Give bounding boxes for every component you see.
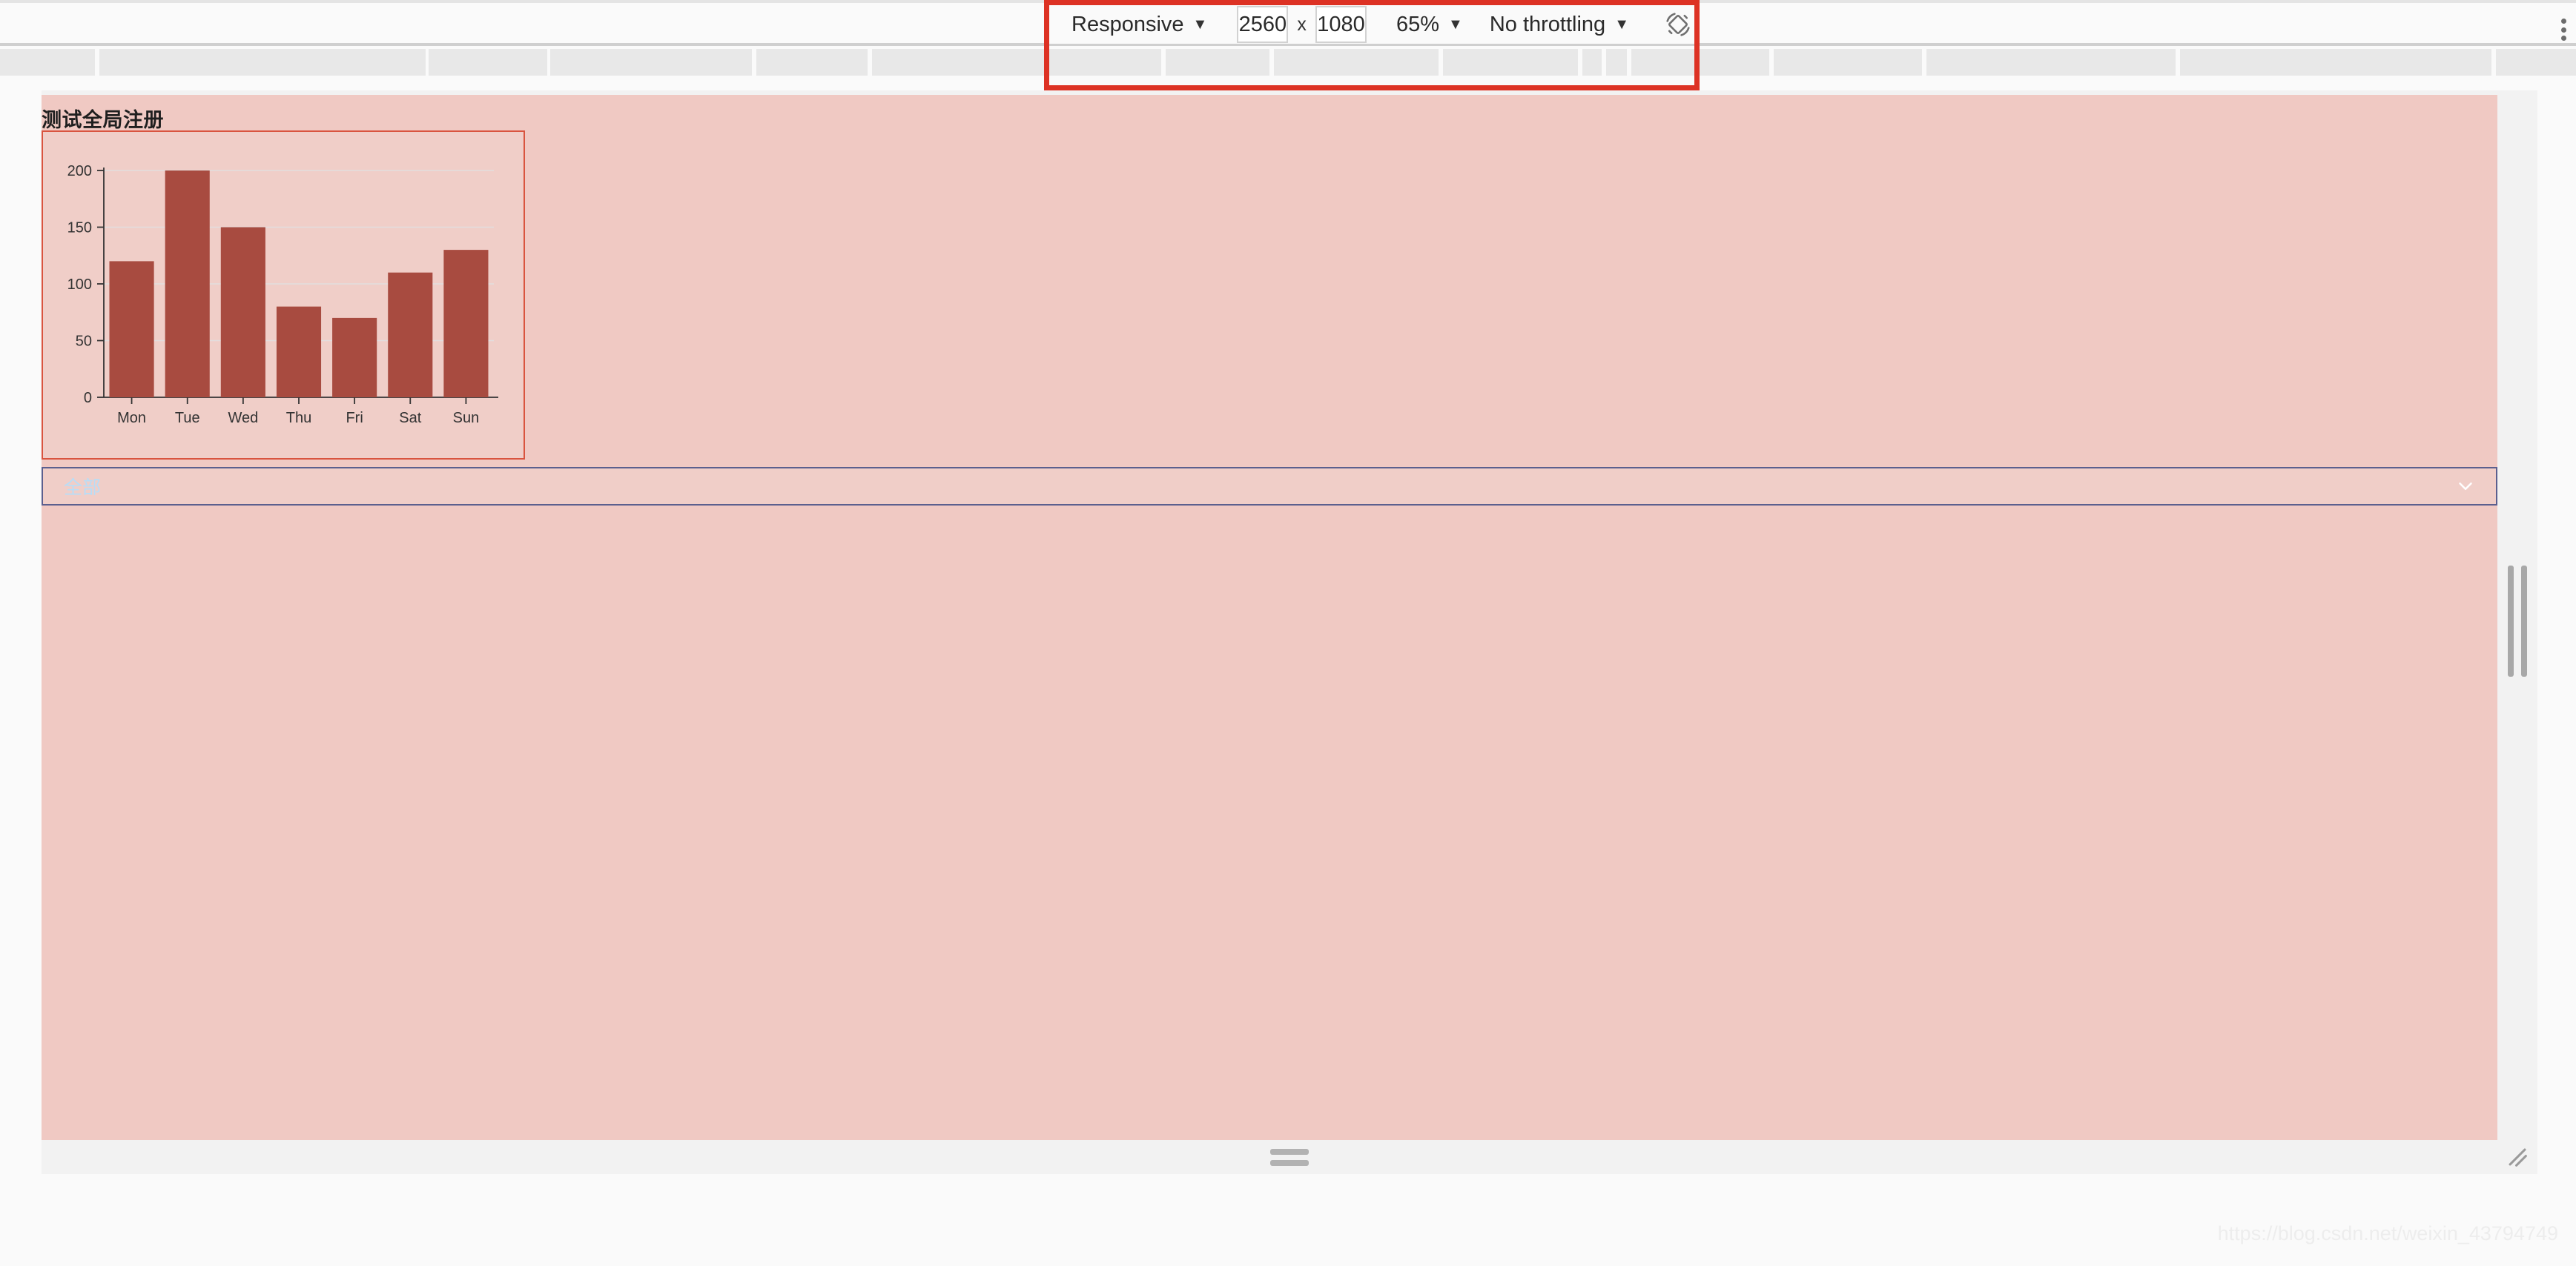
x-axis-tick-label: Fri [346, 410, 363, 426]
bar[interactable] [109, 261, 154, 397]
chevron-down-icon: ▼ [1448, 16, 1463, 33]
diagonal-resize-handle-icon [2509, 1148, 2527, 1167]
screenshot-root: Responsive ▼ 2560 x 1080 65% ▼ No thrott… [0, 0, 2576, 1266]
more-options-icon[interactable] [2555, 15, 2572, 44]
viewport-resize-handle-bottom[interactable] [42, 1140, 2537, 1174]
devtools-tab-placeholder[interactable] [2496, 49, 2576, 76]
scope-select-value: 全部 [64, 477, 102, 498]
chevron-down-icon: ▼ [1614, 16, 1629, 33]
viewport-height-value: 1080 [1317, 12, 1365, 36]
bar-chart-card[interactable]: 0 50 100 150 200 Mon Tue Wed Thu Fri Sat Sun [42, 130, 525, 460]
viewport-width-input[interactable]: 2560 [1237, 6, 1289, 43]
vertical-resize-handle-icon [2508, 566, 2527, 677]
x-axis-tick-label: Wed [228, 410, 258, 426]
bar[interactable] [443, 250, 489, 397]
devtools-tab-placeholder[interactable] [0, 49, 95, 76]
chevron-down-icon: ▼ [1192, 16, 1208, 33]
bar[interactable] [165, 170, 210, 397]
x-axis-tick-label: Tue [175, 410, 200, 426]
zoom-select[interactable]: 65% ▼ [1396, 13, 1463, 37]
device-preset-value: Responsive [1071, 12, 1184, 36]
devtools-tab-placeholder[interactable] [429, 49, 547, 76]
page-title: 测试全局注册 [42, 109, 164, 131]
throttling-value: No throttling [1489, 12, 1606, 36]
device-preset-select[interactable]: Responsive ▼ [1071, 13, 1207, 37]
device-emulation-toolbar[interactable]: Responsive ▼ 2560 x 1080 65% ▼ No thrott… [1049, 5, 1694, 44]
x-axis-tick-label: Sat [399, 410, 421, 426]
bar-chart[interactable]: 0 50 100 150 200 Mon Tue Wed Thu Fri Sat Sun [43, 132, 524, 458]
viewport-resize-handle-right[interactable] [2497, 90, 2537, 1152]
devtools-tab-placeholder[interactable] [756, 49, 868, 76]
y-axis-tick-label: 100 [67, 276, 92, 293]
devtools-tab-placeholder[interactable] [1774, 49, 1922, 76]
x-axis-tick-label: Thu [286, 410, 311, 426]
horizontal-resize-handle-icon [1270, 1148, 1309, 1166]
devtools-tab-placeholder[interactable] [2180, 49, 2491, 76]
watermark: https://blog.csdn.net/weixin_43794749 [2217, 1222, 2558, 1245]
emulated-page: 测试全局注册 0 50 100 150 200 Mon Tue Wed Thu Fri Sat Sun… [42, 95, 2497, 1140]
x-axis-tick-label: Sun [453, 410, 480, 426]
y-axis-tick-label: 200 [67, 163, 92, 179]
devtools-tab-placeholder[interactable] [99, 49, 426, 76]
chevron-down-icon [2454, 475, 2477, 497]
viewport-height-input[interactable]: 1080 [1315, 6, 1367, 43]
viewport-resize-handle-corner[interactable] [2497, 1140, 2537, 1174]
y-axis-tick-label: 150 [67, 220, 92, 236]
bar[interactable] [220, 227, 265, 398]
zoom-value: 65% [1396, 12, 1440, 36]
bar[interactable] [388, 272, 433, 397]
x-axis-tick-label: Mon [117, 410, 146, 426]
bar[interactable] [332, 317, 377, 397]
screen-rotation-icon[interactable] [1662, 7, 1694, 42]
viewport-width-value: 2560 [1238, 12, 1287, 36]
scope-select[interactable]: 全部 [42, 467, 2497, 506]
dimension-separator: x [1297, 13, 1307, 35]
devtools-tab-placeholder[interactable] [550, 49, 752, 76]
devtools-tab-placeholder[interactable] [1926, 49, 2176, 76]
throttling-select[interactable]: No throttling ▼ [1490, 13, 1629, 37]
y-axis-tick-label: 0 [84, 390, 92, 406]
bar[interactable] [276, 306, 322, 397]
y-axis-tick-label: 50 [76, 334, 92, 350]
